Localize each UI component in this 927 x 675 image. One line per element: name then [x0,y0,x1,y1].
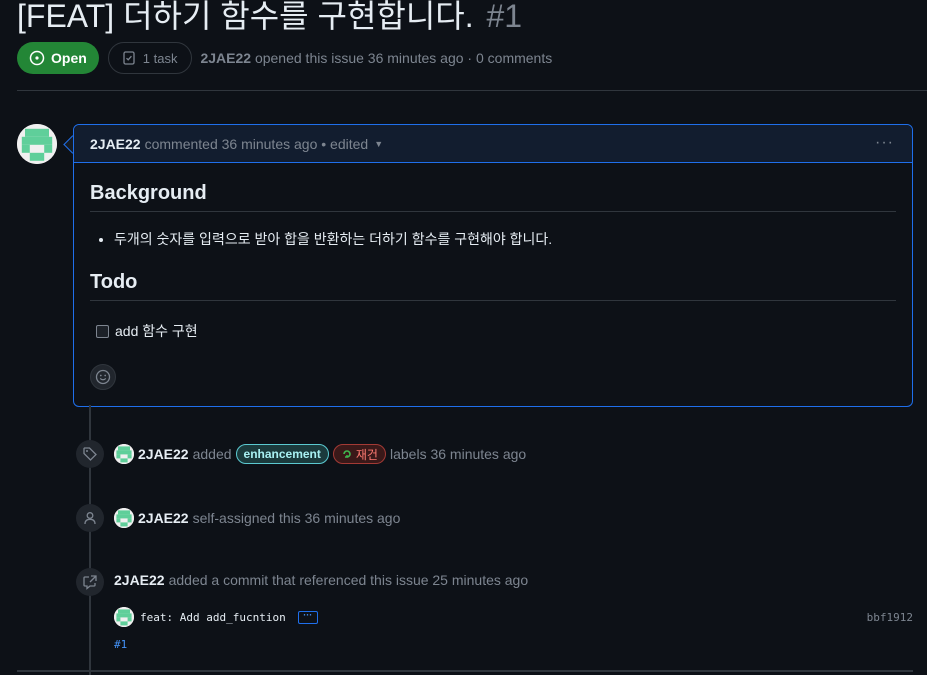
add-reaction-button[interactable] [90,364,116,390]
todo-heading: Todo [90,271,896,301]
issue-opened-meta: 2JAE22 opened this issue 36 minutes ago … [200,50,552,66]
background-heading: Background [90,182,896,212]
issue-page: [FEAT] 더하기 함수를 구현합니다. #1 Open 1 task 2JA… [0,0,927,675]
label-rebuild[interactable]: 재건 [332,444,386,464]
issue-comment: 2JAE22 commented 36 minutes ago • edited… [73,124,913,407]
tag-icon-glyph [83,447,97,461]
commit-author-avatar[interactable] [114,607,134,627]
commit-sha-link[interactable]: bbf1912 [867,611,913,624]
identicon-avatar-icon [114,508,134,528]
tasklist-button[interactable]: 1 task [107,42,193,74]
comment-body: Background 두개의 숫자를 입력으로 받아 합을 반환하는 더하기 함… [74,182,912,341]
assign-event: 2JAE22 self-assigned this 36 minutes ago [114,508,400,528]
background-list: 두개의 숫자를 입력으로 받아 합을 반환하는 더하기 함수를 구현해야 합니다… [90,228,896,250]
issue-author-link[interactable]: 2JAE22 [200,50,251,66]
commit-message-link[interactable]: feat: Add add_fucntion [140,611,286,624]
background-list-item: 두개의 숫자를 입력으로 받아 합을 반환하는 더하기 함수를 구현해야 합니다… [114,228,896,250]
issue-number: #1 [486,0,523,34]
event-author-link[interactable]: 2JAE22 [138,446,189,462]
comment-meta[interactable]: commented 36 minutes ago • edited [145,136,369,152]
task-list-item: add 함수 구현 [96,321,896,341]
comment-author-link[interactable]: 2JAE22 [90,136,141,152]
smiley-icon [95,369,111,385]
recycle-icon [343,450,351,458]
task-checkbox[interactable] [96,324,109,338]
commit-event: 2JAE22 added a commit that referenced th… [114,572,528,588]
event-verb: added [192,446,232,462]
edit-history-chevron-down-icon[interactable]: ▼ [374,139,383,149]
event-author-avatar[interactable] [114,444,134,464]
identicon-avatar-icon [17,124,57,164]
event-author-avatar[interactable] [114,508,134,528]
comment-author-avatar[interactable] [17,124,57,164]
issue-opened-icon [29,50,45,66]
commit-issue-ref-link[interactable]: #1 [114,638,127,651]
comment-header: 2JAE22 commented 36 minutes ago • edited… [74,125,912,163]
commit-item: feat: Add add_fucntion ··· bbf1912 [114,607,913,627]
timeline-bottom-divider [17,670,913,672]
identicon-avatar-icon [114,444,134,464]
labels-event: 2JAE22 added enhancement 재건 labels 36 mi… [114,444,526,464]
identicon-avatar-icon [114,607,134,627]
event-author-link[interactable]: 2JAE22 [114,572,165,588]
header-divider [17,90,927,91]
commit-expand-ellipsis-button[interactable]: ··· [297,610,318,624]
cross-reference-icon [76,568,104,596]
issue-state-label: Open [51,50,87,66]
label-rebuild-text: 재건 [355,447,378,462]
cross-reference-icon-glyph [83,575,97,590]
event-suffix: labels 36 minutes ago [389,446,527,462]
assign-event-text: self-assigned this 36 minutes ago [192,510,401,526]
issue-opened-text: opened this issue 36 minutes ago · 0 com… [254,50,553,66]
task-label: add 함수 구현 [115,323,198,339]
issue-state-badge: Open [17,42,99,74]
issue-title-text: [FEAT] 더하기 함수를 구현합니다. [17,0,474,34]
person-icon [76,504,104,532]
commit-event-text: added a commit that referenced this issu… [168,572,529,588]
person-icon-glyph [84,512,96,525]
issue-meta-row: Open 1 task 2JAE22 opened this issue 36 … [17,42,552,74]
tag-icon [76,440,104,468]
checklist-icon [123,51,135,65]
tasklist-count: 1 task [142,50,178,66]
comment-more-icon[interactable]: ··· [875,134,894,152]
event-author-link[interactable]: 2JAE22 [138,510,189,526]
label-enhancement[interactable]: enhancement [235,444,329,464]
issue-title: [FEAT] 더하기 함수를 구현합니다. #1 [17,0,522,38]
